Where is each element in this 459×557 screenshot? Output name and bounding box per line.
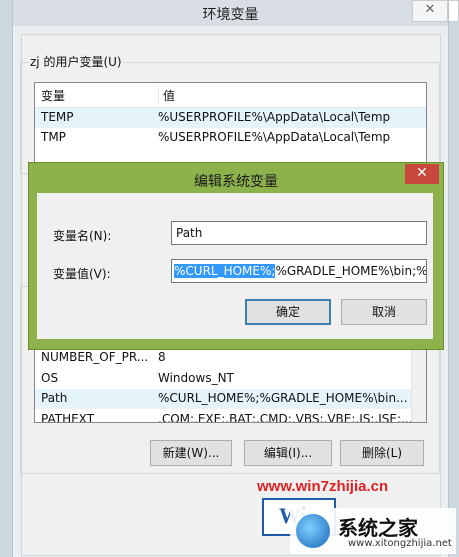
vertical-scrollbar[interactable] (411, 344, 426, 422)
column-header-value[interactable]: 值 (158, 87, 175, 104)
column-header-name[interactable]: 变量 (41, 87, 65, 104)
variable-value: %CURL_HOME%;%GRADLE_HOME%\bin... (158, 391, 408, 405)
dialog-body: 变量名(N): Path 变量值(V): %CURL_HOME%;%GRADLE… (37, 193, 433, 339)
variable-name-label: 变量名(N): (53, 229, 112, 243)
variable-value: 8 (158, 350, 166, 364)
window-close-icon[interactable]: ✕ (412, 0, 448, 22)
ok-button[interactable]: 确定 (245, 299, 331, 325)
list-item[interactable]: TMP %USERPROFILE%\AppData\Local\Temp (35, 128, 426, 148)
variable-value-label: 变量值(V): (53, 267, 111, 281)
variable-value: %USERPROFILE%\AppData\Local\Temp (158, 130, 391, 144)
title-bar: 环境变量 ✕ (13, 0, 448, 26)
list-item[interactable]: OS Windows_NT (35, 369, 426, 389)
watermark-url: www.win7zhijia.cn (257, 478, 389, 495)
list-header: 变量 值 (35, 83, 426, 108)
selected-text: %CURL_HOME%; (174, 264, 276, 278)
user-variables-list[interactable]: 变量 值 TEMP %USERPROFILE%\AppData\Local\Te… (34, 82, 427, 172)
variable-name: Path (41, 391, 68, 405)
edit-system-variable-dialog: 编辑系统变量 ✕ 变量名(N): Path 变量值(V): %CURL_HOME… (28, 162, 444, 350)
system-variables-list[interactable]: NUMBER_OF_PR... 8 OS Windows_NT Path %CU… (34, 344, 427, 423)
variable-name: NUMBER_OF_PR... (41, 350, 149, 364)
variable-name: TEMP (41, 110, 74, 124)
user-variables-label: zj 的用户变量(U) (28, 53, 124, 70)
variable-name: TMP (41, 130, 66, 144)
list-item[interactable]: NUMBER_OF_PR... 8 (35, 348, 426, 368)
unselected-text: %GRADLE_HOME%\bin;% (275, 264, 427, 278)
variable-value: %USERPROFILE%\AppData\Local\Temp (158, 110, 391, 124)
dialog-title: 编辑系统变量 (194, 174, 278, 190)
variable-name-field[interactable]: Path (171, 221, 427, 245)
delete-button[interactable]: 删除(L) (340, 440, 424, 466)
list-item[interactable]: Path %CURL_HOME%;%GRADLE_HOME%\bin... (35, 389, 426, 409)
variable-value: Windows_NT (158, 371, 234, 385)
cancel-button[interactable]: 取消 (341, 299, 427, 325)
dialog-close-icon[interactable]: ✕ (405, 164, 439, 184)
window-title: 环境变量 (202, 7, 259, 23)
list-item[interactable]: TEMP %USERPROFILE%\AppData\Local\Temp (35, 108, 426, 128)
brand-text: 系统之家 (338, 516, 418, 540)
variable-value-field[interactable]: %CURL_HOME%;%GRADLE_HOME%\bin;% (171, 259, 427, 283)
variable-name: PATHEXT (41, 412, 95, 423)
variable-name: OS (41, 371, 59, 385)
brand-orb-icon (296, 514, 330, 548)
new-button[interactable]: 新建(W)... (150, 440, 232, 466)
brand-badge: 系统之家 www.xitongzhijia.net (290, 508, 456, 554)
edit-button[interactable]: 编辑(I)... (244, 440, 332, 466)
variable-value: .COM;.EXE;.BAT;.CMD;.VBS;.VBE;.JS;.JSE;.… (158, 412, 413, 423)
list-item[interactable]: PATHEXT .COM;.EXE;.BAT;.CMD;.VBS;.VBE;.J… (35, 410, 426, 423)
brand-url: www.xitongzhijia.net (348, 538, 452, 549)
